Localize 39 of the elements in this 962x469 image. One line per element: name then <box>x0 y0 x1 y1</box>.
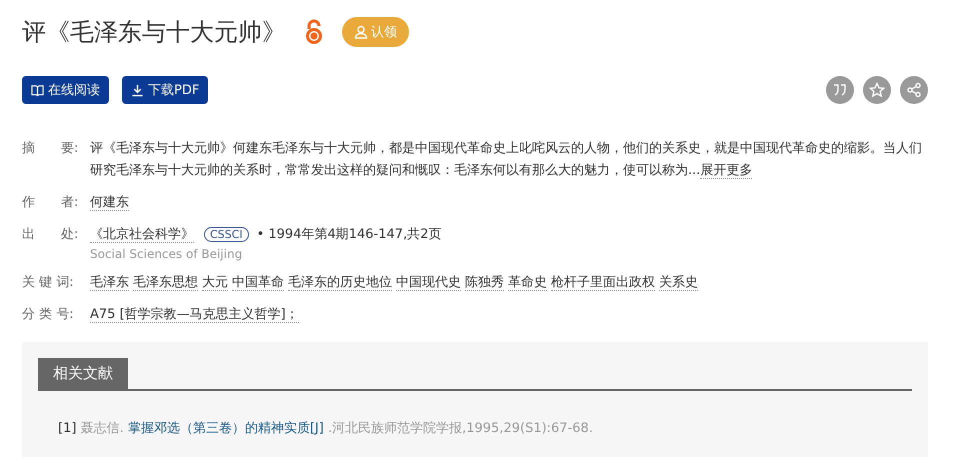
share-button[interactable] <box>900 76 928 104</box>
meta-link[interactable]: 关系史 <box>659 275 698 291</box>
meta-link[interactable]: 大元 <box>202 275 228 291</box>
field-label: 出 处: <box>22 226 80 244</box>
field-label: 摘 要: <box>22 140 80 158</box>
reference-link[interactable]: 掌握邓选（第三卷）的精神实质[J] <box>128 421 324 436</box>
star-icon <box>869 82 885 98</box>
reference-entry: [1] 聂志信. 掌握邓选（第三卷）的精神实质[J] .河北民族师范学院学报,1995,29(S1):67-68. <box>58 420 594 437</box>
field-label: 作 者: <box>22 194 80 212</box>
article-title: 评《毛泽东与十大元帅》 <box>22 17 286 48</box>
issue-text: 1994年第4期146-147,共2页 <box>268 227 442 242</box>
person-icon <box>354 25 368 39</box>
field-label: 关 键 词: <box>22 274 75 292</box>
meta-link[interactable]: 中国革命 <box>232 275 284 291</box>
book-icon <box>31 84 44 96</box>
download-button[interactable]: 下载PDF <box>122 76 208 104</box>
favorite-button[interactable] <box>863 76 891 104</box>
meta-link[interactable]: A75 [哲学宗教—马克思主义哲学]； <box>90 307 299 323</box>
cite-button[interactable] <box>826 76 854 104</box>
bullet-dot: • <box>256 227 264 242</box>
index-badge: CSSCI <box>204 227 249 242</box>
meta-link[interactable]: 毛泽东 <box>90 275 129 291</box>
abstract-text: 评《毛泽东与十大元帅》何建东毛泽东与十大元帅，都是中国现代革命史上叱咤风云的人物，他们的关系史，就是中国现代革命史的缩影。当人们研究毛泽东与十大元帅的关系时，常常发出这样的疑问和慨叹：毛泽东何以有那么大的魅力，使可以称为...展开更多 <box>90 140 923 181</box>
quote-icon <box>832 82 848 98</box>
meta-link[interactable]: 枪杆子里面出政权 <box>551 275 655 291</box>
journal-link[interactable]: 《北京社会科学》 <box>90 227 194 243</box>
expand-link[interactable]: 展开更多 <box>700 163 752 179</box>
meta-link[interactable]: 革命史 <box>508 275 547 291</box>
journal-english-name: Social Sciences of Beijing <box>90 246 244 262</box>
field-label: 分 类 号: <box>22 306 75 324</box>
share-icon <box>906 82 922 98</box>
download-icon <box>131 84 144 96</box>
meta-link[interactable]: 何建东 <box>90 195 129 211</box>
meta-link[interactable]: 中国现代史 <box>396 275 461 291</box>
related-tab[interactable]: 相关文献 <box>38 358 128 389</box>
read-button[interactable]: 在线阅读 <box>22 76 109 104</box>
meta-link[interactable]: 陈独秀 <box>465 275 504 291</box>
meta-link[interactable]: 毛泽东的历史地位 <box>288 275 392 291</box>
meta-link[interactable]: 毛泽东思想 <box>133 275 198 291</box>
